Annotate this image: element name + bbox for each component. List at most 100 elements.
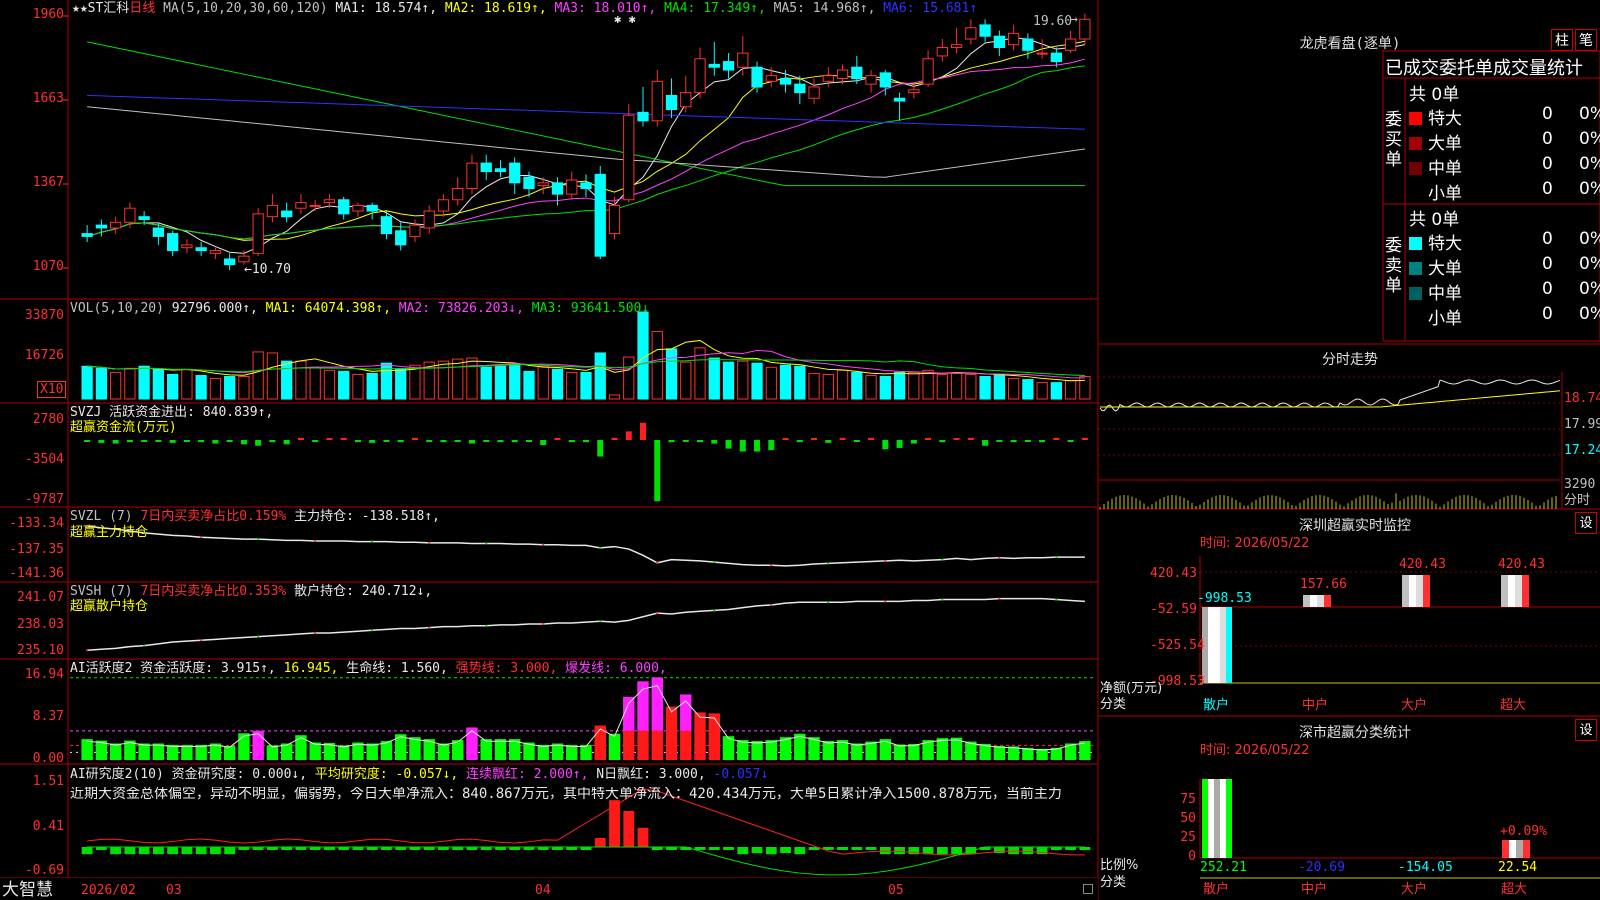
flow-bar [112, 440, 119, 444]
ai-research-bar [1022, 847, 1034, 855]
tick-mode-button[interactable]: 笔 [1575, 29, 1597, 51]
sc-axis-label: 0 [1188, 849, 1196, 864]
flow-bar [1081, 437, 1088, 440]
flow-bar [668, 440, 675, 443]
candle-body [865, 75, 877, 85]
candle-body [181, 244, 193, 249]
order-count: 0 [1542, 254, 1553, 274]
ai-active-bar [138, 743, 150, 760]
ai-active-bar [751, 741, 763, 760]
sc-category: 大户 [1401, 882, 1428, 897]
ai-research-bar [965, 847, 977, 855]
flow-bar [126, 440, 133, 443]
title-part: SVZJ 活跃资金进出: 840.839↑, [70, 405, 274, 420]
candle-body [195, 247, 207, 252]
ai-active-line [87, 685, 1085, 751]
flow-bar [198, 440, 205, 443]
ai-active-bar [623, 696, 635, 731]
order-type: 特大 [1428, 234, 1462, 254]
sz-settings-button[interactable]: 设 [1575, 512, 1597, 534]
bar-mode-button[interactable]: 柱 [1551, 29, 1573, 51]
flow-bar [768, 440, 775, 451]
volume-bar [409, 364, 421, 400]
candle-body [694, 58, 706, 94]
flow-bar [682, 440, 689, 442]
intraday-price-line [1099, 379, 1561, 412]
sc-value: -20.69 [1298, 860, 1345, 875]
flow-bar [953, 438, 960, 440]
sc-settings-button[interactable]: 设 [1575, 719, 1597, 741]
flow-bar [554, 438, 561, 440]
sc-value: -154.05 [1398, 860, 1453, 875]
sz-bar [1303, 595, 1310, 607]
svsh-dot [713, 609, 716, 612]
flow-bar [141, 440, 148, 442]
title-part: 生命线: 1.560, [338, 661, 448, 676]
ai-research-line [87, 846, 1085, 876]
sc-time-label: 时间: 2026/05/22 [1200, 743, 1310, 758]
svzl-dot [941, 558, 944, 561]
candle-body [808, 86, 820, 99]
ai-research-axis-label: 0.41 [32, 819, 64, 834]
title-part: MA1: 18.574↑, [335, 1, 438, 16]
title-part: MA2: 18.619↑, [437, 1, 547, 16]
sz-bar-category: 中户 [1302, 698, 1329, 713]
sz-bar [1208, 779, 1214, 858]
volume-bar [950, 372, 963, 400]
order-type: 小单 [1428, 309, 1462, 329]
ai-active-panel-title: AI活跃度2 资金活跃度: 3.915↑, 16.945, 生命线: 1.560… [70, 661, 667, 676]
candle-body [993, 35, 1005, 48]
volume-bar [936, 373, 948, 400]
candle-body [452, 187, 464, 201]
sz-bar [1226, 779, 1232, 858]
order-pct: 0% [1579, 154, 1600, 174]
sz-bar [1310, 595, 1317, 607]
candle-body [893, 97, 906, 102]
sz-bar-category: 散户 [1203, 698, 1230, 713]
flow-bar [711, 440, 718, 444]
sz-bar [1226, 607, 1232, 683]
candle-body [851, 66, 863, 80]
order-pct: 0% [1579, 254, 1600, 274]
svsh-dot [86, 649, 89, 652]
svsh-panel-title: SVSH (7) 7日内买卖净占比0.353% 散户持仓: 240.712↓, [70, 584, 432, 599]
candle-body [252, 213, 264, 254]
flow-bar [725, 440, 732, 449]
title-part: AI活跃度2 资金活跃度: 3.915↑, [70, 661, 276, 676]
sz-bar-value: 420.43 [1498, 557, 1545, 572]
candle-body [95, 224, 108, 229]
volume-bar [323, 369, 336, 400]
volume-bar [993, 373, 1005, 400]
ai-research-bar [851, 847, 863, 850]
brand-logo: 大智慧 [2, 880, 53, 900]
candle-body [765, 75, 777, 82]
ai-research-panel-title: AI研究度2(10) 资金研究度: 0.000↓, 平均研究度: -0.057↓… [70, 767, 768, 782]
candle-body [651, 80, 663, 122]
order-type: 中单 [1428, 284, 1462, 304]
ai-active-bar [409, 737, 421, 760]
ai-active-bar [822, 741, 835, 760]
lock-icon[interactable] [1083, 884, 1093, 894]
sz-bar [1214, 607, 1220, 683]
candle-body [224, 258, 236, 266]
sz-bar [1208, 607, 1214, 683]
volume-bar [266, 352, 279, 400]
ma-line [87, 106, 1085, 178]
volume-bar [665, 348, 678, 400]
volume-bar [580, 371, 592, 400]
ai-active-bar [266, 745, 279, 760]
candle-body [352, 204, 364, 212]
ai-active-bar [252, 730, 264, 760]
title-part: AI研究度2(10) 资金研究度: 0.000↓, [70, 767, 308, 782]
volume-bar [1064, 380, 1077, 400]
candle-body [879, 72, 891, 88]
volume-bar [281, 360, 293, 400]
sc-category-label: 分类 [1100, 875, 1127, 890]
volume-bar [979, 375, 991, 400]
sc-category: 散户 [1203, 882, 1230, 897]
flow-bar [611, 437, 618, 440]
volume-bar [238, 375, 250, 400]
svzj-axis-label: 2780 [32, 412, 64, 427]
candle-body [309, 204, 321, 207]
volume-bar [566, 371, 578, 400]
